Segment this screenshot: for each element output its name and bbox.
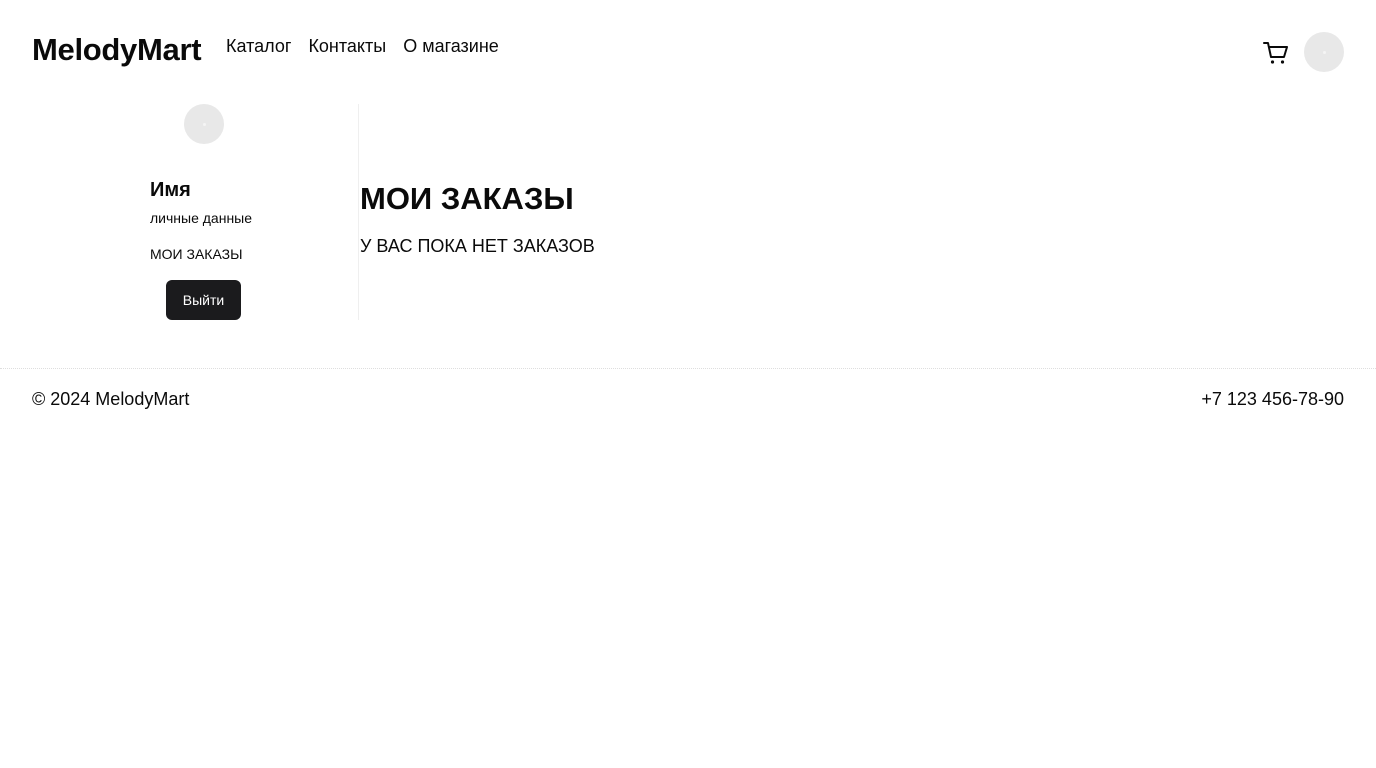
personal-data-link[interactable]: личные данные [150, 209, 252, 227]
logout-button[interactable]: Выйти [166, 280, 241, 320]
copyright-text: © 2024 MelodyMart [32, 389, 190, 409]
avatar-placeholder-dot [202, 122, 206, 126]
profile-sidebar: Имя личные данные МОИ ЗАКАЗЫ Выйти [150, 104, 358, 320]
footer-divider [0, 368, 1376, 369]
cart-icon[interactable] [1262, 40, 1290, 66]
logo[interactable]: MelodyMart [32, 32, 202, 68]
page-title: МОИ ЗАКАЗЫ [360, 181, 574, 216]
phone-number: +7 123 456-78-90 [1201, 389, 1344, 409]
profile-avatar [184, 104, 224, 144]
header-avatar[interactable] [1304, 32, 1344, 72]
nav-contacts[interactable]: Контакты [308, 34, 386, 58]
nav-about[interactable]: О магазине [403, 34, 499, 58]
main-nav: Каталог Контакты О магазине [226, 34, 499, 58]
avatar-placeholder-dot [1322, 50, 1326, 54]
sidebar-divider [358, 104, 359, 320]
my-orders-link[interactable]: МОИ ЗАКАЗЫ [150, 245, 242, 263]
nav-catalog[interactable]: Каталог [226, 34, 291, 58]
user-name: Имя [150, 179, 191, 201]
site-header: MelodyMart Каталог Контакты О магазине [32, 28, 1344, 76]
empty-orders-message: У ВАС ПОКА НЕТ ЗАКАЗОВ [360, 236, 595, 256]
